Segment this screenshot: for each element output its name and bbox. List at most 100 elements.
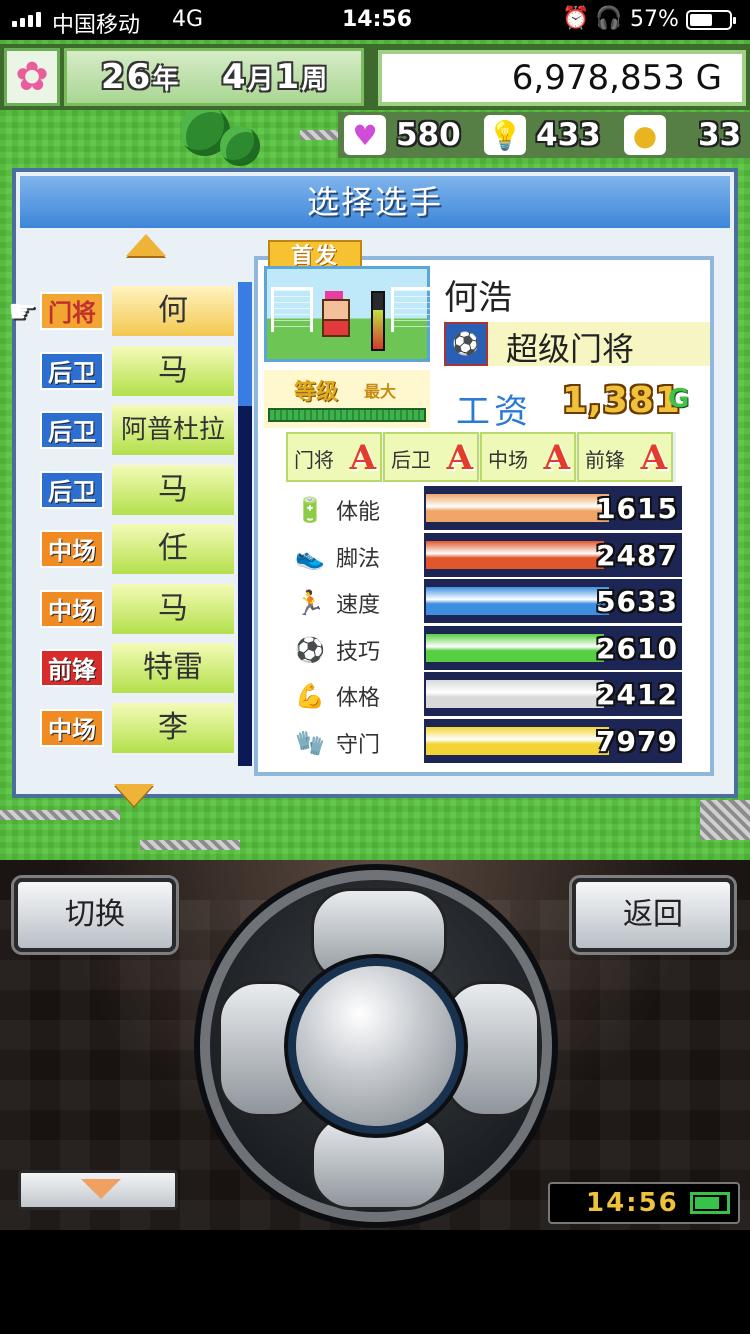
alarm-icon: ⏰ bbox=[562, 6, 590, 31]
salary-unit: G bbox=[668, 384, 690, 414]
dpad bbox=[200, 870, 552, 1222]
back-button[interactable]: 返回 bbox=[572, 878, 734, 952]
aptitude-grade: A bbox=[446, 438, 473, 478]
carrier-name: 中国移动 bbox=[52, 13, 141, 38]
hearts-value: 580 bbox=[396, 117, 461, 153]
aptitude-cell: 后卫 A bbox=[383, 432, 479, 482]
battery-percent: 57% bbox=[630, 7, 679, 32]
year-unit: 年 bbox=[152, 65, 181, 95]
level-bar bbox=[268, 408, 426, 422]
signal-icon bbox=[12, 12, 41, 27]
stat-track: 2610 bbox=[424, 625, 682, 670]
top-hud: ✿ 26年 4月1周 6,978,853 G bbox=[0, 44, 750, 110]
level-max: 最大 bbox=[364, 382, 397, 401]
player-row[interactable]: 中场马 bbox=[38, 580, 250, 638]
stat-bar bbox=[426, 494, 609, 522]
lightbulb-icon: 💡 bbox=[484, 115, 526, 155]
player-name-button[interactable]: 阿普杜拉 bbox=[110, 403, 236, 457]
stat-value: 2412 bbox=[596, 678, 678, 711]
player-list: 门将何后卫马后卫 阿普杜拉 后卫马中场任中场马前锋 特雷 中场李 bbox=[38, 282, 250, 762]
stat-label: 守门 bbox=[336, 732, 381, 758]
stat-row: ⚽ 技巧 2610 bbox=[286, 625, 696, 670]
player-name-button[interactable]: 特雷 bbox=[110, 641, 236, 695]
stat-track: 2487 bbox=[424, 532, 682, 577]
player-row[interactable]: 后卫 阿普杜拉 bbox=[38, 401, 250, 459]
aptitude-cell: 门将 A bbox=[286, 432, 382, 482]
player-row[interactable]: 中场任 bbox=[38, 520, 250, 578]
player-row[interactable]: 前锋 特雷 bbox=[38, 639, 250, 697]
goal-icon bbox=[391, 287, 433, 332]
fence bbox=[0, 810, 120, 820]
network-type: 4G bbox=[172, 7, 204, 32]
stamina-icon: 🔋 bbox=[295, 496, 325, 524]
stat-row: 🧤 守门 7979 bbox=[286, 718, 696, 763]
position-badge: 中场 bbox=[40, 708, 104, 747]
stat-value: 2487 bbox=[596, 538, 678, 572]
stat-value: 2610 bbox=[596, 631, 678, 665]
resource-bar: ♥ 580 💡 433 ● 33 bbox=[338, 112, 750, 158]
down-arrow-icon bbox=[81, 1179, 121, 1199]
player-row[interactable]: 后卫马 bbox=[38, 342, 250, 400]
level-box: 等级 最大 bbox=[264, 370, 430, 428]
dpad-right[interactable] bbox=[444, 981, 540, 1117]
player-row[interactable]: 中场李 bbox=[38, 699, 250, 757]
coins-value: 33 bbox=[698, 117, 742, 153]
player-name-button[interactable]: 何 bbox=[110, 284, 236, 338]
player-name-button[interactable]: 马 bbox=[110, 462, 236, 517]
dpad-down[interactable] bbox=[311, 1114, 447, 1210]
game-clock: 14:56 bbox=[548, 1182, 740, 1224]
list-scrollbar[interactable] bbox=[238, 282, 252, 766]
flower-icon[interactable]: ✿ bbox=[4, 48, 60, 106]
stat-value: 5633 bbox=[596, 585, 678, 618]
stat-bar bbox=[426, 680, 604, 708]
switch-button[interactable]: 切换 bbox=[14, 878, 176, 952]
position-badge: 门将 bbox=[40, 292, 104, 330]
coin-icon: ● bbox=[624, 115, 666, 155]
year-value: 26 bbox=[101, 57, 153, 97]
salary-label: 工资 bbox=[456, 392, 532, 432]
player-row[interactable]: 后卫马 bbox=[38, 461, 250, 519]
skill-name: 超级门将 bbox=[506, 330, 635, 368]
player-name-button[interactable]: 任 bbox=[110, 522, 236, 576]
position-badge: 中场 bbox=[40, 589, 104, 628]
stat-track: 5633 bbox=[424, 579, 682, 623]
player-row[interactable]: 门将何 bbox=[38, 282, 250, 340]
dialog-title: 选择选手 bbox=[20, 176, 730, 228]
skill-box: ⚽ 超级门将 bbox=[444, 322, 710, 368]
player-name-button[interactable]: 马 bbox=[110, 581, 236, 636]
speed-icon: 🏃 bbox=[295, 589, 325, 617]
position-badge: 中场 bbox=[40, 530, 104, 568]
scroll-up-arrow-icon[interactable] bbox=[126, 234, 166, 256]
position-badge: 后卫 bbox=[40, 470, 104, 509]
kick-icon: 👟 bbox=[295, 542, 325, 571]
scroll-down-arrow-icon[interactable] bbox=[114, 784, 154, 806]
heart-icon: ♥ bbox=[344, 115, 386, 155]
player-name-button[interactable]: 马 bbox=[110, 343, 236, 398]
tree-icon bbox=[220, 126, 260, 166]
goal-icon bbox=[271, 287, 313, 332]
player-name: 何浩 bbox=[444, 278, 512, 318]
stat-track: 1615 bbox=[424, 486, 682, 530]
aptitude-label: 后卫 bbox=[391, 448, 431, 472]
level-label: 等级 bbox=[294, 380, 339, 405]
battery-icon bbox=[686, 10, 736, 30]
stat-track: 7979 bbox=[424, 718, 682, 763]
game-clock-time: 14:56 bbox=[586, 1188, 679, 1218]
aptitude-grade: A bbox=[640, 438, 667, 478]
fence bbox=[140, 840, 240, 850]
dribble-icon: ⚽ bbox=[295, 635, 325, 664]
headphone-icon: 🎧 bbox=[595, 6, 623, 31]
goalkeep-icon: 🧤 bbox=[295, 728, 325, 757]
stat-row: 👟 脚法 2487 bbox=[286, 532, 696, 577]
stats-list: 🔋 体能 1615 👟 脚法 2487 🏃 速度 5633 ⚽ 技巧 2610 💪 体格 2412 🧤 守门 79… bbox=[286, 486, 696, 768]
menu-down-button[interactable] bbox=[18, 1170, 178, 1210]
money-display: 6,978,853 G bbox=[378, 50, 746, 106]
player-name-button[interactable]: 李 bbox=[110, 700, 236, 755]
status-bar: 中国移动 4G 14:56 ⏰ 🎧 57% bbox=[0, 0, 750, 40]
scrollbar-thumb[interactable] bbox=[238, 282, 252, 406]
dpad-center[interactable] bbox=[296, 966, 456, 1126]
date-display: 26年 4月1周 bbox=[64, 48, 364, 106]
stat-label: 脚法 bbox=[336, 546, 381, 572]
aptitude-cell: 中场 A bbox=[480, 432, 576, 482]
position-badge: 后卫 bbox=[40, 351, 104, 390]
